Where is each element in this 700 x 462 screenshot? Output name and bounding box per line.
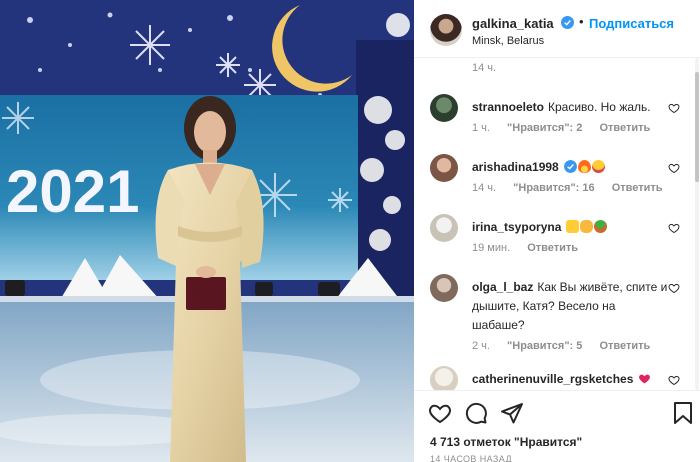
comment-username[interactable]: arishadina1998 [472, 160, 559, 174]
comment-reply-button[interactable]: Ответить [612, 182, 663, 194]
post-timestamp[interactable]: 14 ЧАСОВ НАЗАД [430, 454, 512, 462]
author-avatar[interactable] [430, 14, 462, 46]
fire-emoji-icon [577, 160, 591, 173]
comment-time: 19 мин. [472, 242, 511, 254]
comments-scrollbar[interactable] [694, 58, 700, 390]
likes-count[interactable]: 4 713 отметок "Нравится" [430, 435, 582, 449]
comment-meta: 19 мин. Ответить [472, 242, 592, 254]
comment-reply-button[interactable]: Ответить [599, 340, 650, 352]
comment-meta: 2 ч. "Нравится": 5 Ответить [472, 340, 664, 352]
separator-dot: • [579, 14, 584, 29]
comment-like-icon[interactable] [668, 102, 680, 114]
comment-like-icon[interactable] [668, 374, 680, 386]
thumbs-up-emoji-icon [566, 220, 580, 233]
verified-icon [563, 160, 577, 173]
comment-username[interactable]: olga_l_baz [472, 280, 533, 294]
commenter-avatar[interactable] [430, 214, 458, 242]
comment-reply-button[interactable]: Ответить [527, 242, 578, 254]
bookmark-icon[interactable] [672, 401, 694, 425]
comment-time: 2 ч. [472, 340, 490, 352]
comment-text: irina_tsyporyna [472, 218, 668, 237]
comment-text: catherinenuville_rgsketches [472, 370, 668, 389]
stage-year-text: 2021 [6, 158, 139, 225]
comment-like-icon[interactable] [668, 222, 680, 234]
red-heart-emoji-icon [639, 374, 651, 384]
heart-eyes-emoji-icon [591, 160, 605, 173]
comment-text: strannoeleto Красиво. Но жаль. [472, 98, 668, 117]
post-header: galkina_katia • Подписаться Minsk, Belar… [414, 0, 700, 58]
post-photo[interactable]: 2021 [0, 0, 414, 462]
comment-like-icon[interactable] [668, 282, 680, 294]
comment-text: arishadina1998 [472, 158, 668, 177]
clap-emoji-icon [580, 220, 594, 233]
photo-illustration: 2021 [0, 0, 414, 462]
commenter-avatar[interactable] [430, 274, 458, 302]
share-icon[interactable] [500, 401, 524, 425]
commenter-avatar[interactable] [430, 154, 458, 182]
comment-username[interactable]: strannoeleto [472, 100, 544, 114]
verified-icon [561, 16, 574, 29]
caption-time: 14 ч. [472, 62, 497, 74]
author-username[interactable]: galkina_katia [472, 16, 554, 31]
comments-list[interactable]: 14 ч. strannoeleto Красиво. Но жаль. 1 ч.… [414, 58, 700, 390]
comment-likes[interactable]: "Нравится": 2 [507, 122, 582, 134]
plant-emoji-icon [594, 220, 608, 233]
commenter-avatar[interactable] [430, 94, 458, 122]
comment-time: 1 ч. [472, 122, 490, 134]
comment-reply-button[interactable]: Ответить [599, 122, 650, 134]
comment-icon[interactable] [464, 401, 488, 425]
comment-meta: 14 ч. "Нравится": 16 Ответить [472, 182, 677, 194]
heart-icon[interactable] [428, 401, 452, 425]
comment-likes[interactable]: "Нравится": 16 [513, 182, 594, 194]
post-location[interactable]: Minsk, Belarus [472, 35, 544, 47]
comment-body: Красиво. Но жаль. [548, 100, 651, 114]
comment-username[interactable]: catherinenuville_rgsketches [472, 372, 633, 386]
post-actions: 4 713 отметок "Нравится" 14 ЧАСОВ НАЗАД [414, 390, 700, 462]
comment-meta: 1 ч. "Нравится": 2 Ответить [472, 122, 664, 134]
comment-text: olga_l_baz Как Вы живёте, спите и дышите,… [472, 278, 668, 335]
commenter-avatar[interactable] [430, 366, 458, 390]
post-sidebar: galkina_katia • Подписаться Minsk, Belar… [414, 0, 700, 462]
comment-username[interactable]: irina_tsyporyna [472, 220, 561, 234]
comment-time: 14 ч. [472, 182, 497, 194]
comment-likes[interactable]: "Нравится": 5 [507, 340, 582, 352]
comment-like-icon[interactable] [668, 162, 680, 174]
follow-button[interactable]: Подписаться [589, 16, 674, 31]
